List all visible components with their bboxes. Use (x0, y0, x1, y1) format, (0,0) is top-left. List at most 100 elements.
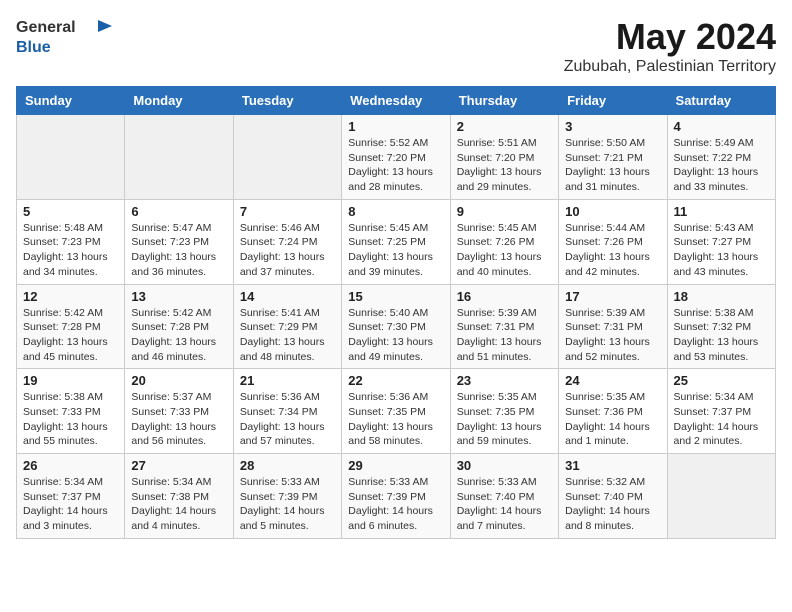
day-cell: 4Sunrise: 5:49 AMSunset: 7:22 PMDaylight… (667, 115, 775, 200)
day-number: 13 (131, 289, 226, 304)
day-info: Sunrise: 5:46 AMSunset: 7:24 PMDaylight:… (240, 221, 335, 280)
weekday-header-sunday: Sunday (17, 87, 125, 115)
day-number: 6 (131, 204, 226, 219)
day-number: 30 (457, 458, 552, 473)
day-cell: 5 Sunrise: 5:48 AMSunset: 7:23 PMDaylight… (17, 199, 125, 284)
day-cell: 28Sunrise: 5:33 AMSunset: 7:39 PMDayligh… (233, 454, 341, 539)
day-number: 4 (674, 119, 769, 134)
day-number: 15 (348, 289, 443, 304)
day-info: Sunrise: 5:41 AMSunset: 7:29 PMDaylight:… (240, 306, 335, 365)
day-info: Sunrise: 5:34 AMSunset: 7:37 PMDaylight:… (674, 390, 769, 449)
day-info: Sunrise: 5:50 AMSunset: 7:21 PMDaylight:… (565, 136, 660, 195)
day-cell: 17 Sunrise: 5:39 AMSunset: 7:31 PMDayligh… (559, 284, 667, 369)
weekday-header-saturday: Saturday (667, 87, 775, 115)
month-title: May 2024 (564, 16, 776, 58)
day-info: Sunrise: 5:44 AMSunset: 7:26 PMDaylight:… (565, 221, 660, 280)
day-cell: 3Sunrise: 5:50 AMSunset: 7:21 PMDaylight… (559, 115, 667, 200)
day-cell: 11 Sunrise: 5:43 AMSunset: 7:27 PMDayligh… (667, 199, 775, 284)
day-info: Sunrise: 5:42 AMSunset: 7:28 PMDaylight:… (23, 306, 118, 365)
day-cell: 12Sunrise: 5:42 AMSunset: 7:28 PMDayligh… (17, 284, 125, 369)
day-cell: 30 Sunrise: 5:33 AMSunset: 7:40 PMDayligh… (450, 454, 558, 539)
day-info: Sunrise: 5:34 AMSunset: 7:38 PMDaylight:… (131, 475, 226, 534)
title-area: May 2024 Zububah, Palestinian Territory (564, 16, 776, 76)
day-info: Sunrise: 5:35 AMSunset: 7:36 PMDaylight:… (565, 390, 660, 449)
week-row-4: 19 Sunrise: 5:38 AMSunset: 7:33 PMDayligh… (17, 369, 776, 454)
day-info: Sunrise: 5:36 AMSunset: 7:35 PMDaylight:… (348, 390, 443, 449)
day-cell: 16 Sunrise: 5:39 AMSunset: 7:31 PMDayligh… (450, 284, 558, 369)
weekday-header-row: SundayMondayTuesdayWednesdayThursdayFrid… (17, 87, 776, 115)
day-info: Sunrise: 5:45 AMSunset: 7:25 PMDaylight:… (348, 221, 443, 280)
day-cell: 10Sunrise: 5:44 AMSunset: 7:26 PMDayligh… (559, 199, 667, 284)
day-info: Sunrise: 5:35 AMSunset: 7:35 PMDaylight:… (457, 390, 552, 449)
day-number: 7 (240, 204, 335, 219)
day-number: 24 (565, 373, 660, 388)
day-info: Sunrise: 5:32 AMSunset: 7:40 PMDaylight:… (565, 475, 660, 534)
day-number: 27 (131, 458, 226, 473)
day-number: 25 (674, 373, 769, 388)
day-number: 5 (23, 204, 118, 219)
day-cell: 9Sunrise: 5:45 AMSunset: 7:26 PMDaylight… (450, 199, 558, 284)
day-info: Sunrise: 5:39 AMSunset: 7:31 PMDaylight:… (457, 306, 552, 365)
day-number: 16 (457, 289, 552, 304)
day-number: 2 (457, 119, 552, 134)
logo: General Blue (16, 16, 126, 58)
calendar-table: SundayMondayTuesdayWednesdayThursdayFrid… (16, 86, 776, 539)
day-cell: 21 Sunrise: 5:36 AMSunset: 7:34 PMDayligh… (233, 369, 341, 454)
logo-icon: General Blue (16, 16, 126, 58)
day-number: 23 (457, 373, 552, 388)
day-cell: 27 Sunrise: 5:34 AMSunset: 7:38 PMDayligh… (125, 454, 233, 539)
week-row-5: 26 Sunrise: 5:34 AMSunset: 7:37 PMDayligh… (17, 454, 776, 539)
week-row-1: 1 Sunrise: 5:52 AMSunset: 7:20 PMDaylight… (17, 115, 776, 200)
day-info: Sunrise: 5:51 AMSunset: 7:20 PMDaylight:… (457, 136, 552, 195)
day-cell: 25 Sunrise: 5:34 AMSunset: 7:37 PMDayligh… (667, 369, 775, 454)
week-row-2: 5 Sunrise: 5:48 AMSunset: 7:23 PMDaylight… (17, 199, 776, 284)
day-number: 17 (565, 289, 660, 304)
day-cell: 18 Sunrise: 5:38 AMSunset: 7:32 PMDayligh… (667, 284, 775, 369)
day-cell: 23 Sunrise: 5:35 AMSunset: 7:35 PMDayligh… (450, 369, 558, 454)
day-number: 11 (674, 204, 769, 219)
weekday-header-tuesday: Tuesday (233, 87, 341, 115)
day-cell: 31 Sunrise: 5:32 AMSunset: 7:40 PMDayligh… (559, 454, 667, 539)
day-cell: 13Sunrise: 5:42 AMSunset: 7:28 PMDayligh… (125, 284, 233, 369)
day-number: 21 (240, 373, 335, 388)
day-cell: 20Sunrise: 5:37 AMSunset: 7:33 PMDayligh… (125, 369, 233, 454)
day-number: 14 (240, 289, 335, 304)
day-number: 26 (23, 458, 118, 473)
day-cell: 6Sunrise: 5:47 AMSunset: 7:23 PMDaylight… (125, 199, 233, 284)
day-info: Sunrise: 5:43 AMSunset: 7:27 PMDaylight:… (674, 221, 769, 280)
day-info: Sunrise: 5:33 AMSunset: 7:39 PMDaylight:… (348, 475, 443, 534)
day-number: 29 (348, 458, 443, 473)
day-info: Sunrise: 5:40 AMSunset: 7:30 PMDaylight:… (348, 306, 443, 365)
day-info: Sunrise: 5:39 AMSunset: 7:31 PMDaylight:… (565, 306, 660, 365)
day-cell (667, 454, 775, 539)
day-cell: 8Sunrise: 5:45 AMSunset: 7:25 PMDaylight… (342, 199, 450, 284)
day-info: Sunrise: 5:48 AMSunset: 7:23 PMDaylight:… (23, 221, 118, 280)
weekday-header-monday: Monday (125, 87, 233, 115)
svg-text:Blue: Blue (16, 39, 51, 56)
weekday-header-wednesday: Wednesday (342, 87, 450, 115)
day-info: Sunrise: 5:38 AMSunset: 7:32 PMDaylight:… (674, 306, 769, 365)
day-cell: 26 Sunrise: 5:34 AMSunset: 7:37 PMDayligh… (17, 454, 125, 539)
weekday-header-thursday: Thursday (450, 87, 558, 115)
day-info: Sunrise: 5:52 AMSunset: 7:20 PMDaylight:… (348, 136, 443, 195)
day-info: Sunrise: 5:38 AMSunset: 7:33 PMDaylight:… (23, 390, 118, 449)
svg-text:General: General (16, 19, 76, 36)
day-info: Sunrise: 5:33 AMSunset: 7:40 PMDaylight:… (457, 475, 552, 534)
day-cell: 1 Sunrise: 5:52 AMSunset: 7:20 PMDaylight… (342, 115, 450, 200)
day-info: Sunrise: 5:36 AMSunset: 7:34 PMDaylight:… (240, 390, 335, 449)
day-info: Sunrise: 5:33 AMSunset: 7:39 PMDaylight:… (240, 475, 335, 534)
day-number: 18 (674, 289, 769, 304)
day-number: 9 (457, 204, 552, 219)
day-cell: 7 Sunrise: 5:46 AMSunset: 7:24 PMDaylight… (233, 199, 341, 284)
day-number: 1 (348, 119, 443, 134)
day-cell: 19 Sunrise: 5:38 AMSunset: 7:33 PMDayligh… (17, 369, 125, 454)
day-cell (233, 115, 341, 200)
day-cell: 24 Sunrise: 5:35 AMSunset: 7:36 PMDayligh… (559, 369, 667, 454)
location-title: Zububah, Palestinian Territory (564, 58, 776, 76)
page-header: General Blue May 2024 Zububah, Palestinia… (16, 16, 776, 76)
day-number: 31 (565, 458, 660, 473)
day-number: 22 (348, 373, 443, 388)
day-number: 19 (23, 373, 118, 388)
day-info: Sunrise: 5:34 AMSunset: 7:37 PMDaylight:… (23, 475, 118, 534)
day-cell: 2 Sunrise: 5:51 AMSunset: 7:20 PMDaylight… (450, 115, 558, 200)
